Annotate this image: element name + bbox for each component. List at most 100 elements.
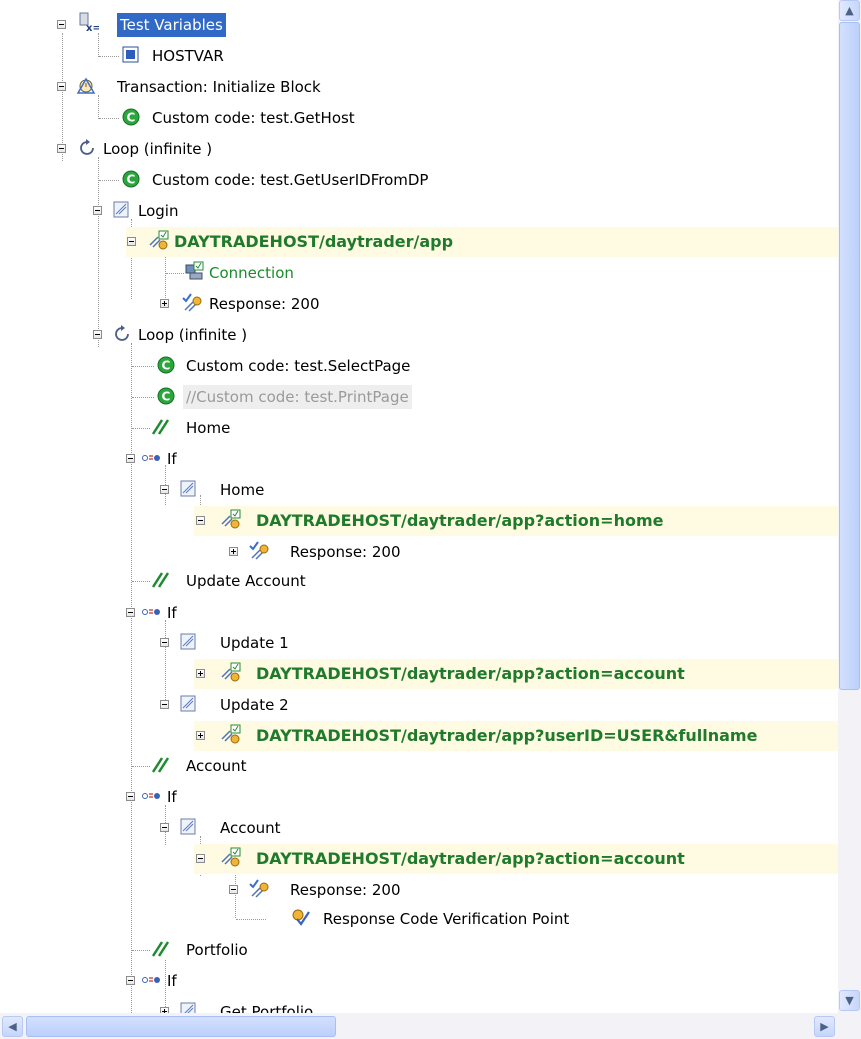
collapse-toggle[interactable] [126,454,135,463]
tree-node-label[interactable]: Custom code: test.GetUserIDFromDP [152,168,428,192]
tree-row[interactable]: Response: 200 [0,537,838,567]
tree-node-label[interactable]: //Custom code: test.PrintPage [183,385,412,409]
http-request-icon [149,230,169,250]
collapse-toggle[interactable] [57,82,66,91]
tree-node-label[interactable]: Account [186,754,247,778]
collapse-toggle[interactable] [57,144,66,153]
tree-node-label[interactable]: Loop (infinite ) [103,137,212,161]
expand-toggle[interactable] [160,299,169,308]
tree-row[interactable]: C Custom code: test.GetUserIDFromDP [0,165,838,195]
tree-node-label[interactable]: If [167,785,177,809]
horizontal-scroll-thumb[interactable] [26,1016,336,1037]
collapse-toggle[interactable] [196,854,205,863]
tree-node-label[interactable]: Loop (infinite ) [138,323,247,347]
response-icon [249,541,269,560]
collapse-toggle[interactable] [196,516,205,525]
scroll-left-button[interactable]: ◀ [2,1016,23,1037]
tree-node-label[interactable]: If [167,447,177,471]
tree-row[interactable]: Get Portfolio [0,997,838,1013]
tree-row[interactable]: HOSTVAR [0,41,838,71]
tree-row[interactable]: Update 2 [0,690,838,720]
tree-node-label[interactable]: Connection [209,261,294,285]
tree-row[interactable]: Login [0,196,838,226]
tree-row[interactable]: C //Custom code: test.PrintPage [0,382,838,412]
collapse-toggle[interactable] [160,823,169,832]
collapse-toggle[interactable] [160,638,169,647]
tree-row[interactable]: Connection [0,258,838,288]
expand-toggle[interactable] [196,669,205,678]
tree-row[interactable]: C Custom code: test.GetHost [0,103,838,133]
tree-row[interactable]: Account [0,813,838,843]
test-tree[interactable]: x= Test Variables HOSTVAR Transaction: I… [0,0,838,1013]
tree-node-label[interactable]: DAYTRADEHOST/daytrader/app [174,230,453,254]
tree-node-label[interactable]: Response: 200 [290,878,401,902]
tree-node-label[interactable]: Update 2 [220,693,289,717]
tree-row[interactable]: Update 1 [0,628,838,658]
collapse-toggle[interactable] [93,330,102,339]
tree-node-label[interactable]: Home [186,416,230,440]
tree-node-label[interactable]: Login [138,199,178,223]
tree-row[interactable]: Transaction: Initialize Block [0,72,838,102]
tree-node-label[interactable]: DAYTRADEHOST/daytrader/app?action=accoun… [256,847,685,871]
tree-row[interactable]: Loop (infinite ) [0,134,838,164]
collapse-toggle[interactable] [127,237,136,246]
page-icon [180,1002,196,1013]
tree-node-label[interactable]: DAYTRADEHOST/daytrader/app?userID=USER&f… [256,724,757,748]
vertical-scrollbar[interactable]: ▲ ▼ [838,0,861,1013]
tree-row[interactable]: Loop (infinite ) [0,320,838,350]
tree-row[interactable]: Response: 200 [0,875,838,905]
collapse-toggle[interactable] [160,700,169,709]
tree-node-label[interactable]: Transaction: Initialize Block [117,75,321,99]
expand-toggle[interactable] [229,547,238,556]
tree-node-label[interactable]: Custom code: test.SelectPage [186,354,410,378]
tree-row[interactable]: DAYTRADEHOST/daytrader/app?action=accoun… [194,659,838,689]
tree-node-label[interactable]: Update Account [186,569,306,593]
collapse-toggle[interactable] [57,20,66,29]
tree-node-label[interactable]: HOSTVAR [152,44,224,68]
vertical-scroll-thumb[interactable] [839,22,860,690]
tree-node-label[interactable]: If [167,969,177,993]
collapse-toggle[interactable] [126,976,135,985]
tree-row[interactable]: DAYTRADEHOST/daytrader/app [126,227,838,257]
tree-row[interactable]: C Custom code: test.SelectPage [0,351,838,381]
scroll-up-button[interactable]: ▲ [839,0,860,21]
tree-node-label[interactable]: Account [220,816,281,840]
tree-row[interactable]: Response Code Verification Point [0,904,838,934]
tree-row[interactable]: If [0,598,838,628]
tree-node-label[interactable]: Get Portfolio [220,1000,313,1013]
tree-node-label[interactable]: Home [220,478,264,502]
tree-node-label[interactable]: Response: 200 [290,540,401,564]
tree-row[interactable]: x= Test Variables [0,10,838,40]
scroll-down-button[interactable]: ▼ [839,990,860,1011]
tree-line [236,919,266,920]
tree-node-label[interactable]: Update 1 [220,631,289,655]
tree-row[interactable]: If [0,444,838,474]
tree-node-label[interactable]: Custom code: test.GetHost [152,106,355,130]
tree-row[interactable]: Portfolio [0,935,838,965]
tree-row[interactable]: Response: 200 [0,289,838,319]
tree-node-label[interactable]: Portfolio [186,938,248,962]
collapse-toggle[interactable] [160,485,169,494]
tree-row[interactable]: Account [0,751,838,781]
tree-row[interactable]: Home [0,475,838,505]
tree-row[interactable]: DAYTRADEHOST/daytrader/app?userID=USER&f… [194,721,838,751]
tree-node-label[interactable]: Response Code Verification Point [323,907,569,931]
tree-row[interactable]: Update Account [0,566,838,596]
tree-node-label[interactable]: Response: 200 [209,292,320,316]
tree-row[interactable]: DAYTRADEHOST/daytrader/app?action=accoun… [194,844,838,874]
collapse-toggle[interactable] [126,608,135,617]
expand-toggle[interactable] [196,731,205,740]
horizontal-scrollbar[interactable]: ◀ ▶ [0,1013,838,1039]
tree-row[interactable]: Home [0,413,838,443]
tree-row[interactable]: If [0,966,838,996]
tree-node-label[interactable]: DAYTRADEHOST/daytrader/app?action=home [256,509,663,533]
tree-row[interactable]: DAYTRADEHOST/daytrader/app?action=home [194,506,838,536]
tree-node-label[interactable]: Test Variables [117,13,226,37]
collapse-toggle[interactable] [126,792,135,801]
tree-node-label[interactable]: DAYTRADEHOST/daytrader/app?action=accoun… [256,662,685,686]
tree-node-label[interactable]: If [167,601,177,625]
tree-row[interactable]: If [0,782,838,812]
scroll-right-button[interactable]: ▶ [814,1016,835,1037]
collapse-toggle[interactable] [229,885,238,894]
collapse-toggle[interactable] [93,206,102,215]
